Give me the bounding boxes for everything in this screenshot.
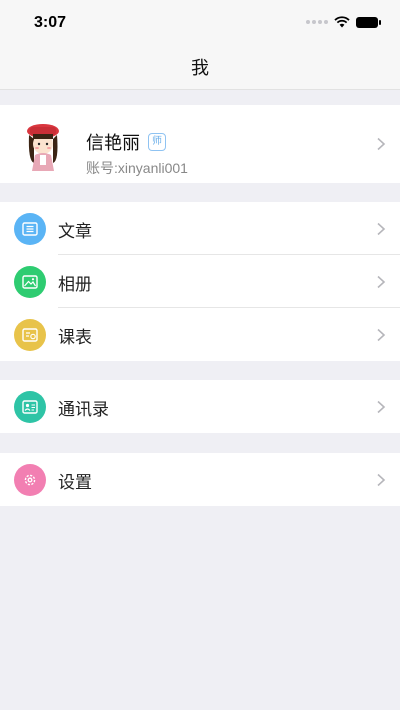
avatar — [27, 124, 59, 171]
profile-account: 账号:xinyanli001 — [86, 160, 188, 176]
photo-album-icon — [14, 266, 46, 298]
contacts-icon — [14, 391, 46, 423]
menu-item-label: 文章 — [58, 222, 92, 242]
timetable-icon — [14, 319, 46, 351]
signal-icon — [306, 20, 328, 24]
profile-name: 信艳丽 — [86, 133, 140, 154]
battery-icon — [356, 16, 381, 28]
menu-item-articles[interactable]: 文章 — [0, 202, 400, 255]
gear-icon — [14, 464, 46, 496]
chevron-right-icon — [377, 222, 386, 236]
chevron-right-icon — [377, 400, 386, 414]
status-time: 3:07 — [34, 14, 67, 31]
page-title: 我 — [191, 57, 209, 79]
menu-item-contacts[interactable]: 通讯录 — [0, 380, 400, 433]
wifi-icon — [334, 16, 350, 28]
profile-name-row: 信艳丽 师 — [86, 129, 166, 155]
status-indicators — [306, 16, 381, 28]
menu-item-timetable[interactable]: 课表 — [0, 308, 400, 361]
chevron-right-icon — [377, 328, 386, 342]
chevron-right-icon — [377, 473, 386, 487]
teacher-badge-icon: 师 — [148, 133, 166, 151]
menu-item-photo-album[interactable]: 相册 — [0, 255, 400, 308]
chevron-right-icon — [377, 137, 386, 151]
menu-item-settings[interactable]: 设置 — [0, 453, 400, 506]
menu-item-label: 设置 — [58, 473, 92, 493]
chevron-right-icon — [377, 275, 386, 289]
article-icon — [14, 213, 46, 245]
menu-item-label: 课表 — [58, 328, 92, 348]
status-bar: 3:07 — [0, 0, 400, 44]
menu-item-label: 通讯录 — [58, 400, 109, 420]
nav-bar: 我 — [0, 44, 400, 90]
profile-row[interactable]: 信艳丽 师 账号:xinyanli001 — [0, 105, 400, 183]
menu-item-label: 相册 — [58, 275, 92, 295]
